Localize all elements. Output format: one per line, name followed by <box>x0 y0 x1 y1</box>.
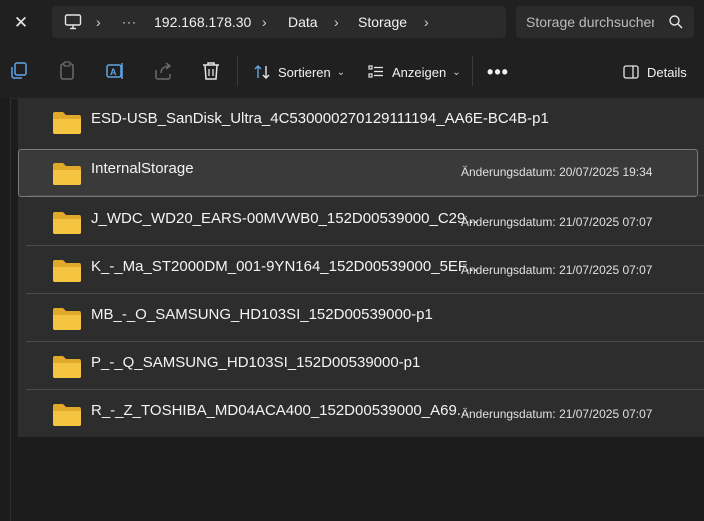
sort-label: Sortieren <box>278 64 331 80</box>
rename-icon[interactable]: A <box>104 60 126 82</box>
chevron-right-icon[interactable]: › <box>424 6 429 38</box>
folder-icon <box>53 308 81 330</box>
breadcrumb-data[interactable]: Data <box>288 6 318 38</box>
file-name: InternalStorage <box>91 159 194 177</box>
paste-icon[interactable] <box>56 60 78 82</box>
file-name: R_-_Z_TOSHIBA_MD04ACA400_152D00539000_A6… <box>91 401 470 419</box>
more-options-button[interactable]: ••• <box>486 58 510 86</box>
list-item[interactable]: J_WDC_WD20_EARS-00MVWB0_152D00539000_C29… <box>18 198 704 246</box>
folder-icon <box>53 212 81 234</box>
chevron-right-icon[interactable]: › <box>262 6 267 38</box>
view-button[interactable]: Anzeigen ⌄ <box>368 58 461 86</box>
breadcrumb-storage[interactable]: Storage <box>358 6 407 38</box>
file-list[interactable]: ESD-USB_SanDisk_Ultra_4C5300002701291111… <box>18 98 704 437</box>
search-box[interactable]: Storage durchsuchen <box>516 6 694 38</box>
breadcrumb-host[interactable]: 192.168.178.30 <box>154 6 251 38</box>
toolbar-divider <box>237 56 238 86</box>
view-icon <box>368 65 383 78</box>
list-item[interactable]: ESD-USB_SanDisk_Ultra_4C5300002701291111… <box>18 98 698 146</box>
folder-icon <box>53 404 81 426</box>
list-item[interactable]: MB_-_O_SAMSUNG_HD103SI_152D00539000-p1 <box>18 294 704 342</box>
folder-icon <box>53 112 81 134</box>
chevron-down-icon: ⌄ <box>336 66 346 78</box>
title-bar: ✕ › ··· 192.168.178.30 › Data › Storage … <box>0 0 704 46</box>
svg-text:A: A <box>110 67 117 77</box>
file-name: P_-_Q_SAMSUNG_HD103SI_152D00539000-p1 <box>91 353 421 371</box>
command-bar: A Sortieren ⌄ Anzeigen ⌄ ••• Details <box>0 46 704 99</box>
folder-icon <box>53 356 81 378</box>
address-bar[interactable]: › ··· 192.168.178.30 › Data › Storage › <box>52 6 506 38</box>
copy-icon[interactable] <box>8 60 30 82</box>
modified-date: Änderungsdatum: 21/07/2025 07:07 <box>461 407 653 421</box>
sort-icon <box>254 65 270 79</box>
modified-date: Änderungsdatum: 21/07/2025 07:07 <box>461 263 653 277</box>
list-item[interactable]: R_-_Z_TOSHIBA_MD04ACA400_152D00539000_A6… <box>18 390 698 438</box>
details-label: Details <box>647 64 687 80</box>
modified-date: Änderungsdatum: 21/07/2025 07:07 <box>461 215 653 229</box>
row-divider <box>27 195 704 196</box>
sort-button[interactable]: Sortieren ⌄ <box>254 58 345 86</box>
delete-icon[interactable] <box>200 60 222 82</box>
chevron-down-icon: ⌄ <box>452 66 461 78</box>
search-input[interactable]: Storage durchsuchen <box>526 6 654 38</box>
toolbar-divider <box>472 56 473 86</box>
close-icon[interactable]: ✕ <box>6 9 36 37</box>
navigation-pane-edge[interactable] <box>0 98 11 521</box>
share-icon[interactable] <box>152 60 174 82</box>
file-name: J_WDC_WD20_EARS-00MVWB0_152D00539000_C29… <box>91 209 478 227</box>
chevron-right-icon[interactable]: › <box>96 6 101 38</box>
chevron-right-icon[interactable]: › <box>334 6 339 38</box>
file-name: ESD-USB_SanDisk_Ultra_4C5300002701291111… <box>91 109 549 127</box>
file-name: MB_-_O_SAMSUNG_HD103SI_152D00539000-p1 <box>91 305 433 323</box>
computer-icon[interactable] <box>64 14 82 30</box>
list-item[interactable]: InternalStorage Änderungsdatum: 20/07/202… <box>18 149 704 197</box>
file-name: K_-_Ma_ST2000DM_001-9YN164_152D00539000_… <box>91 257 478 275</box>
modified-date: Änderungsdatum: 20/07/2025 19:34 <box>461 165 653 179</box>
list-item[interactable]: P_-_Q_SAMSUNG_HD103SI_152D00539000-p1 <box>18 342 704 390</box>
details-button[interactable]: Details <box>623 58 687 86</box>
folder-icon <box>53 163 81 185</box>
breadcrumb-overflow[interactable]: ··· <box>122 6 137 38</box>
search-icon[interactable] <box>668 14 684 30</box>
folder-icon <box>53 260 81 282</box>
list-item[interactable]: K_-_Ma_ST2000DM_001-9YN164_152D00539000_… <box>18 246 704 294</box>
view-label: Anzeigen <box>392 64 447 80</box>
details-pane-icon <box>623 65 639 79</box>
